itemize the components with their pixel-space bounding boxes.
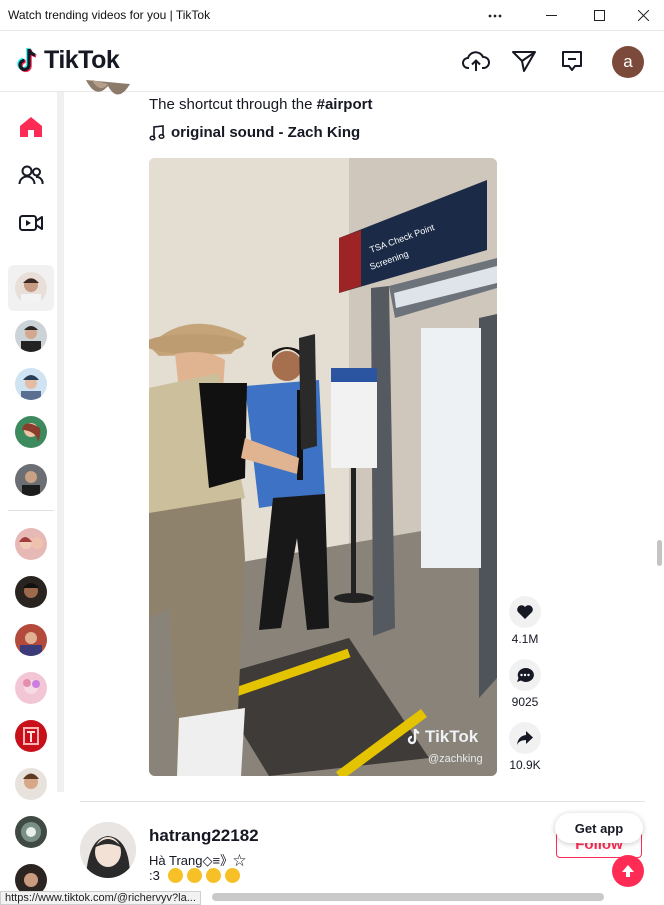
live-video-icon xyxy=(19,215,43,231)
suggested-avatar[interactable] xyxy=(15,768,47,800)
comment-count: 9025 xyxy=(511,695,539,709)
sound-name: original sound - Zach King xyxy=(171,124,361,141)
users-icon xyxy=(18,165,44,185)
share-action[interactable]: 10.9K xyxy=(508,722,542,772)
sound-link[interactable]: original sound - Zach King xyxy=(149,124,360,141)
horizontal-scrollbar[interactable] xyxy=(212,893,604,901)
post2-author-avatar[interactable] xyxy=(80,822,136,878)
scroll-to-top-button[interactable] xyxy=(612,855,644,887)
laughing-emoji-icon xyxy=(224,868,240,883)
sidebar-item-for-you[interactable] xyxy=(15,111,47,143)
video-frame: TSA Check Point Screening xyxy=(149,158,497,776)
get-app-button[interactable]: Get app xyxy=(555,813,643,843)
following-avatar[interactable] xyxy=(15,368,47,400)
suggested-avatar[interactable] xyxy=(15,576,47,608)
post2-nickname[interactable]: Hà Trang◇≡》☆ xyxy=(149,850,246,869)
post2-caption-text: :3 xyxy=(149,868,160,883)
tiktok-watermark-icon xyxy=(407,728,420,745)
minimize-icon[interactable] xyxy=(528,0,574,31)
maximize-icon[interactable] xyxy=(576,0,622,31)
messages-send-icon[interactable] xyxy=(509,46,539,76)
laughing-emoji-icon xyxy=(205,868,221,883)
suggested-avatar[interactable] xyxy=(15,720,47,752)
video-watermark: TikTok xyxy=(406,727,478,747)
window-title: Watch trending videos for you | TikTok xyxy=(8,8,211,22)
page-scrollbar-thumb[interactable] xyxy=(657,540,662,566)
arrow-up-icon xyxy=(622,865,634,877)
hashtag-link[interactable]: #airport xyxy=(317,96,373,113)
suggested-avatar[interactable] xyxy=(15,624,47,656)
sidebar-divider xyxy=(8,510,54,511)
video-player[interactable]: TSA Check Point Screening TikTok @zachki… xyxy=(149,158,497,776)
sidebar-item-following[interactable] xyxy=(15,159,47,191)
post2-caption: :3 xyxy=(149,868,242,883)
watermark-brand: TikTok xyxy=(425,727,479,746)
share-count: 10.9K xyxy=(509,758,541,772)
tiktok-logo[interactable]: TikTok xyxy=(16,46,120,75)
profile-avatar[interactable]: a xyxy=(612,46,644,78)
laughing-emoji-icon xyxy=(186,868,202,883)
comment-icon[interactable] xyxy=(509,659,541,691)
heart-icon[interactable] xyxy=(509,596,541,628)
sidebar-scrollbar[interactable] xyxy=(57,92,64,792)
sidebar-item-live[interactable] xyxy=(15,207,47,239)
post2-username[interactable]: hatrang22182 xyxy=(149,826,259,846)
laughing-emoji-icon xyxy=(167,868,183,883)
following-avatar[interactable] xyxy=(15,272,47,304)
following-avatar[interactable] xyxy=(15,416,47,448)
suggested-avatar[interactable] xyxy=(15,816,47,848)
inbox-icon[interactable] xyxy=(557,46,587,76)
watermark-username: @zachking xyxy=(428,753,483,765)
logo-text: TikTok xyxy=(44,46,120,74)
post-author-avatar[interactable] xyxy=(82,80,134,102)
following-avatar[interactable] xyxy=(15,320,47,352)
close-icon[interactable] xyxy=(620,0,664,31)
more-options-icon[interactable] xyxy=(472,0,518,31)
comment-action[interactable]: 9025 xyxy=(508,659,542,709)
post-divider xyxy=(80,801,645,802)
status-url: https://www.tiktok.com/@richervyv?la... xyxy=(0,891,201,905)
following-avatar[interactable] xyxy=(15,464,47,496)
tiktok-note-icon xyxy=(17,47,37,73)
share-icon[interactable] xyxy=(509,722,541,754)
like-count: 4.1M xyxy=(511,632,539,646)
suggested-avatar[interactable] xyxy=(15,528,47,560)
post-caption: The shortcut through the #airport xyxy=(149,96,372,113)
music-note-icon xyxy=(149,124,165,141)
home-icon xyxy=(20,117,42,137)
caption-text: The shortcut through the xyxy=(149,96,317,113)
suggested-avatar[interactable] xyxy=(15,672,47,704)
upload-icon[interactable] xyxy=(461,46,491,76)
window-titlebar: Watch trending videos for you | TikTok xyxy=(0,0,664,31)
like-action[interactable]: 4.1M xyxy=(508,596,542,646)
